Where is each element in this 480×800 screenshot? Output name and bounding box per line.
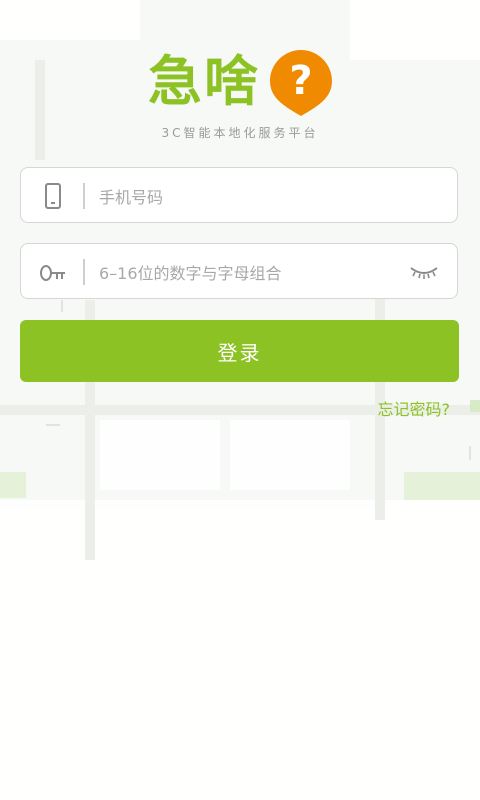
phone-icon [45,183,61,209]
field-divider [83,259,85,285]
question-badge-icon: ? [270,50,332,116]
login-button[interactable]: 登录 [20,320,459,382]
badge-glyph: ? [289,58,312,104]
slogan: 3C智能本地化服务平台 [161,126,319,140]
password-field[interactable] [20,243,458,299]
key-icon [40,265,65,281]
eye-closed-icon[interactable] [409,262,439,282]
phone-field[interactable] [20,167,458,223]
field-divider [83,183,85,209]
phone-input[interactable] [97,180,401,214]
brand-logo: 急啥 ? 3C智能本地化服务平台 [0,44,480,144]
brand-name: 急啥 [148,50,260,113]
forgot-password-link[interactable]: 忘记密码? [378,396,451,420]
password-input[interactable] [97,256,401,290]
